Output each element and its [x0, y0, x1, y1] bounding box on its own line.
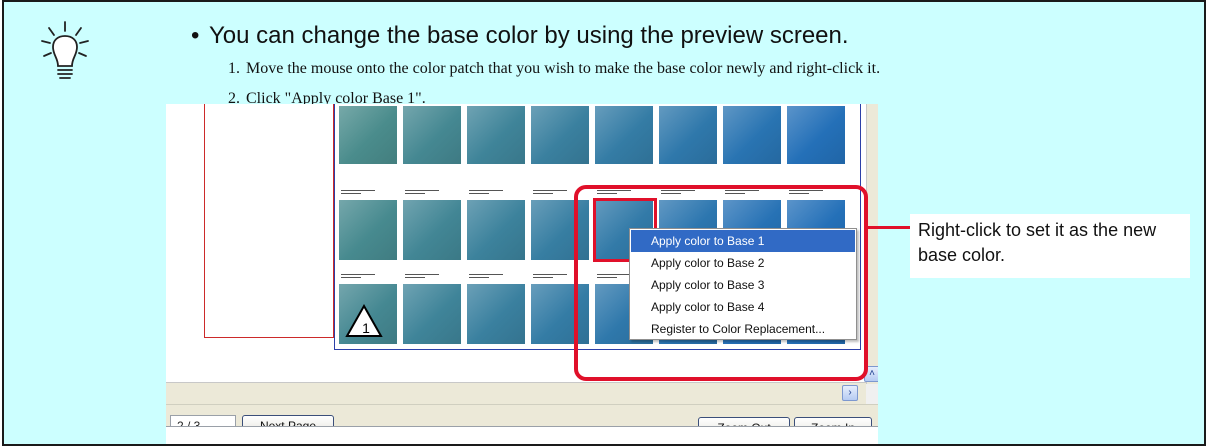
marker-number: 1 [362, 320, 370, 336]
step-1: 1. Move the mouse onto the color patch th… [228, 60, 880, 78]
bullet-marker: • [191, 22, 200, 49]
lightbulb-icon [41, 21, 89, 79]
step-text: Move the mouse onto the color patch that… [246, 60, 881, 77]
horizontal-scrollbar[interactable]: › [166, 382, 866, 404]
color-patch[interactable] [403, 200, 461, 260]
color-patch[interactable] [467, 106, 525, 164]
callout-highlight-frame [574, 185, 868, 381]
patch-label [341, 190, 375, 196]
color-patch[interactable] [467, 284, 525, 344]
status-bar [166, 426, 878, 444]
patch-label [469, 190, 503, 196]
callout-text: Right-click to set it as the new base co… [910, 214, 1190, 278]
color-patch[interactable] [467, 200, 525, 260]
patch-label [405, 190, 439, 196]
color-patch[interactable] [403, 284, 461, 344]
color-patch[interactable] [339, 200, 397, 260]
patch-label [469, 274, 503, 280]
step-number: 1. [228, 60, 240, 77]
patch-label [533, 274, 567, 280]
color-patch[interactable] [339, 106, 397, 164]
color-patch[interactable] [403, 106, 461, 164]
color-patch[interactable] [531, 106, 589, 164]
patch-label [405, 274, 439, 280]
scroll-right-button[interactable]: › [842, 385, 858, 401]
bullet-text: You can change the base color by using t… [209, 22, 849, 49]
patch-label [341, 274, 375, 280]
color-patch[interactable] [787, 106, 845, 164]
bullet-heading: • You can change the base color by using … [191, 22, 849, 50]
color-patch[interactable] [659, 106, 717, 164]
triangle-marker-icon: 1 [345, 304, 383, 337]
color-patch[interactable] [595, 106, 653, 164]
callout-leader-line [868, 226, 912, 229]
patch-label [533, 190, 567, 196]
color-patch[interactable] [723, 106, 781, 164]
page-sheet [204, 104, 334, 338]
